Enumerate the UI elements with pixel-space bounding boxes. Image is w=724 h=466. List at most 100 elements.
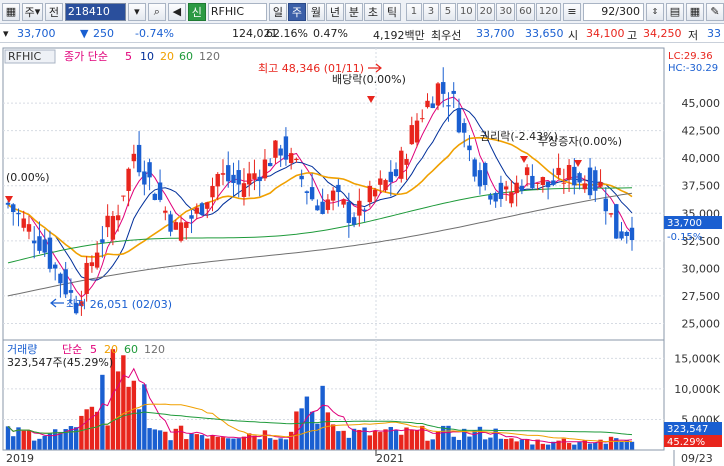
volume-bar-63 bbox=[336, 431, 341, 450]
candle-body-64 bbox=[341, 199, 346, 205]
menu-dropdown[interactable]: 주 ▾ bbox=[22, 2, 43, 21]
hc-label: HC:-30.29 bbox=[668, 63, 718, 74]
edit-icon[interactable]: ✎ bbox=[706, 2, 724, 21]
candle-body-95 bbox=[503, 186, 509, 190]
candle-body-1 bbox=[11, 204, 16, 213]
change-value: 250 bbox=[93, 27, 114, 40]
interval-button-10[interactable]: 10 bbox=[456, 2, 476, 21]
interval-button-60[interactable]: 60 bbox=[516, 2, 535, 21]
candle-body-57 bbox=[304, 191, 310, 193]
code-dropdown-icon[interactable]: ▾ bbox=[127, 2, 146, 21]
volume-bar-96 bbox=[509, 438, 514, 450]
candle-body-31 bbox=[168, 214, 173, 232]
candle-body-54 bbox=[288, 153, 294, 164]
interval-button-5[interactable]: 5 bbox=[439, 2, 456, 21]
interval-button-20[interactable]: 20 bbox=[476, 2, 496, 21]
speaker-icon[interactable]: ◀ bbox=[167, 2, 186, 21]
volume-bar-23 bbox=[126, 386, 131, 450]
candle-body-94 bbox=[498, 182, 504, 199]
bonus-annotation: 무상증자(0.00%) bbox=[538, 135, 622, 148]
candle-body-22 bbox=[121, 195, 126, 197]
layout-icon[interactable]: ▦ bbox=[686, 2, 704, 21]
period-button-0[interactable]: 일 bbox=[268, 2, 287, 21]
volume-bar-24 bbox=[131, 380, 137, 450]
candle-body-4 bbox=[26, 224, 32, 232]
search-icon[interactable]: ⌕ bbox=[147, 2, 166, 21]
candle-body-10 bbox=[58, 273, 63, 284]
candle-body-9 bbox=[52, 264, 58, 269]
list-icon[interactable]: ≡ bbox=[562, 2, 581, 21]
volume-bar-48 bbox=[257, 439, 262, 450]
volume-bar-29 bbox=[157, 430, 163, 450]
toolbox-icon[interactable]: ▤ bbox=[666, 2, 684, 21]
ma-120-legend: 120 bbox=[199, 50, 220, 63]
interval-button-30[interactable]: 30 bbox=[496, 2, 516, 21]
candlestick-chart[interactable]: 45,00042,50040,00037,50035,00032,50030,0… bbox=[0, 44, 724, 466]
volume-bar-92 bbox=[488, 437, 493, 450]
interval-button-3[interactable]: 3 bbox=[422, 2, 439, 21]
volume-bar-19 bbox=[105, 425, 110, 450]
volume-bar-98 bbox=[519, 439, 525, 450]
volume-bar-112 bbox=[593, 442, 598, 450]
volume-ratio: 62.16% bbox=[266, 27, 308, 40]
current-price-tag: 33,700 bbox=[667, 218, 702, 229]
volume-bar-45 bbox=[241, 436, 247, 450]
candle-body-65 bbox=[346, 201, 352, 223]
candle-body-76 bbox=[404, 159, 409, 165]
volume-bar-31 bbox=[168, 440, 173, 450]
low-annotation: 최저 26,051 (02/03) bbox=[66, 298, 172, 311]
open-label: 시 bbox=[568, 29, 579, 42]
candle-body-79 bbox=[420, 118, 425, 120]
candle-body-74 bbox=[393, 169, 399, 177]
stock-name-field[interactable]: RFHIC bbox=[207, 2, 267, 21]
candle-body-106 bbox=[561, 182, 567, 184]
spin-up-down-icon[interactable]: ⇕ bbox=[646, 2, 664, 21]
period-button-3[interactable]: 년 bbox=[325, 2, 344, 21]
new-badge[interactable]: 신 bbox=[187, 2, 206, 21]
candle-body-91 bbox=[482, 162, 488, 185]
volume-bar-42 bbox=[226, 438, 231, 450]
volume-tick-1: 10,000K bbox=[674, 383, 720, 396]
candle-body-87 bbox=[462, 123, 467, 133]
period-group: 일주월년분초틱 bbox=[268, 2, 401, 21]
candle-body-47 bbox=[252, 173, 257, 179]
volume-bar-97 bbox=[514, 441, 519, 450]
candle-body-55 bbox=[294, 158, 299, 161]
volume-bar-103 bbox=[545, 444, 551, 450]
stock-code-input[interactable]: 218410 bbox=[64, 2, 126, 21]
candle-body-5 bbox=[32, 240, 37, 244]
volume-bar-100 bbox=[530, 444, 535, 450]
price-axis: 45,00042,50040,00037,50035,00032,50030,0… bbox=[682, 97, 721, 330]
candle-body-58 bbox=[309, 187, 315, 200]
candle-body-21 bbox=[115, 215, 121, 221]
period-button-2[interactable]: 월 bbox=[306, 2, 325, 21]
volume-bar-46 bbox=[247, 433, 252, 450]
period-button-1[interactable]: 주 bbox=[287, 2, 306, 21]
interval-button-120[interactable]: 120 bbox=[535, 2, 561, 21]
interval-button-1[interactable]: 1 bbox=[405, 2, 422, 21]
volume-bar-60 bbox=[320, 385, 325, 450]
chart-title: RFHIC bbox=[8, 50, 41, 63]
candle-body-20 bbox=[110, 215, 116, 240]
price-tick-0: 45,000 bbox=[682, 97, 721, 110]
volume-bar-82 bbox=[435, 431, 441, 450]
price-tick-6: 30,000 bbox=[682, 262, 721, 275]
candle-body-29 bbox=[157, 182, 163, 200]
candle-body-81 bbox=[430, 103, 435, 109]
volume-bar-41 bbox=[220, 437, 226, 450]
count-display[interactable]: 92/300 bbox=[582, 2, 644, 21]
low-price: 33 bbox=[707, 27, 721, 40]
price-tick-8: 25,000 bbox=[682, 317, 721, 330]
period-button-6[interactable]: 틱 bbox=[382, 2, 401, 21]
period-button-5[interactable]: 초 bbox=[363, 2, 382, 21]
period-button-4[interactable]: 분 bbox=[344, 2, 363, 21]
total-button[interactable]: 전 bbox=[44, 2, 63, 21]
candle-body-8 bbox=[47, 237, 53, 269]
price-dropdown-icon[interactable]: ▾ bbox=[3, 27, 9, 40]
volume-bar-38 bbox=[205, 438, 210, 450]
candle-body-63 bbox=[336, 184, 341, 193]
left-event-annotation: (0.00%) bbox=[6, 171, 50, 184]
volume-bar-47 bbox=[252, 435, 257, 450]
grid-menu-icon[interactable]: ▦ bbox=[2, 2, 20, 21]
volume-bar-43 bbox=[231, 438, 236, 450]
